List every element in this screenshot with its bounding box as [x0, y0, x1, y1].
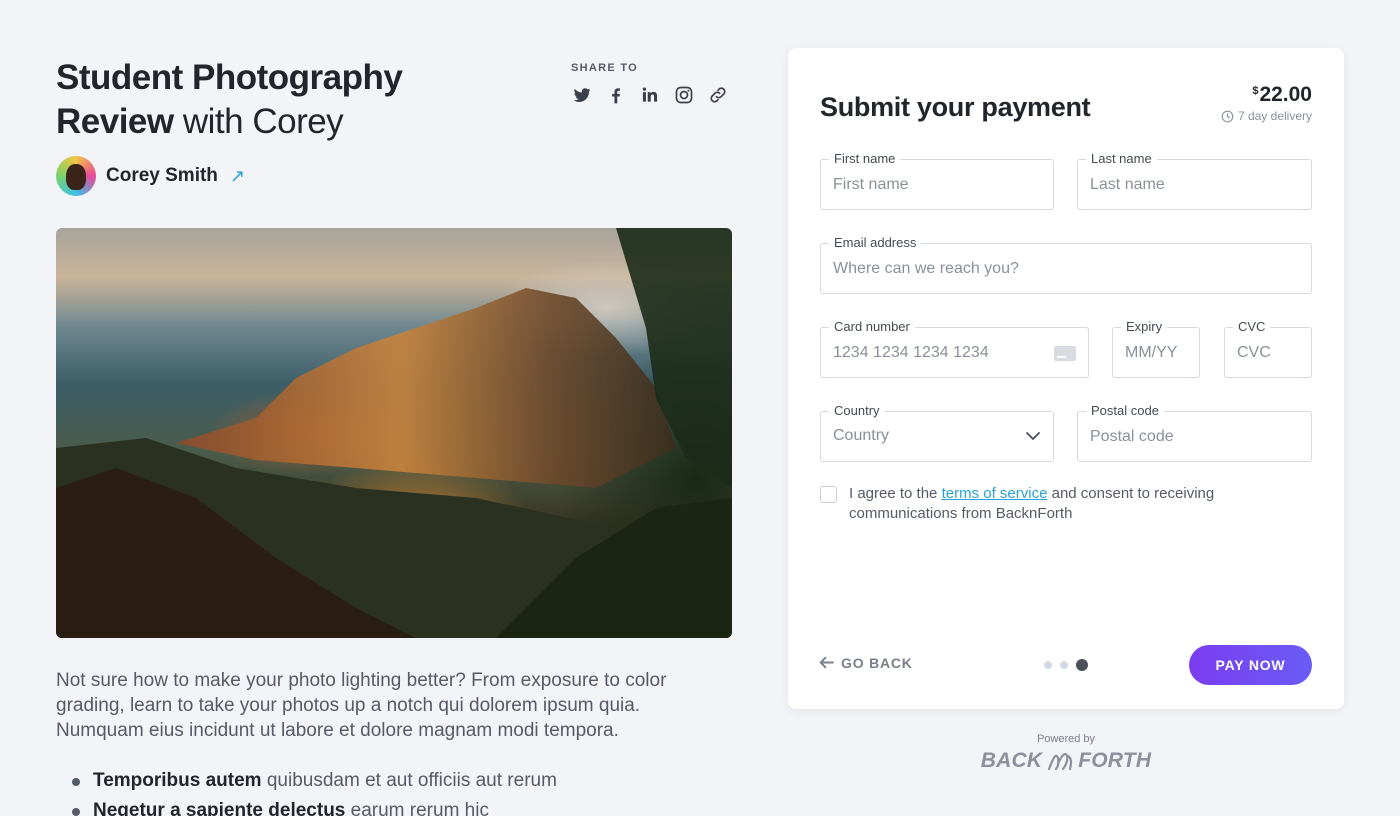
title-bold-line-1: Student Photography	[56, 58, 403, 97]
go-back-button[interactable]: GO BACK	[818, 654, 913, 671]
list-item-bold: Temporibus autem	[93, 770, 262, 791]
price-block: $22.00 7 day delivery	[1221, 83, 1312, 123]
brand-mark-icon	[1048, 753, 1073, 771]
payment-title: Submit your payment	[820, 92, 1091, 122]
twitter-icon[interactable]	[571, 84, 593, 106]
expiry-field: Expiry	[1112, 319, 1200, 378]
list-item-bold: Neqetur a sapiente delectus	[93, 800, 346, 816]
backnforth-logo: BACK FORTH	[978, 749, 1154, 773]
country-label: Country	[829, 403, 885, 418]
instagram-icon[interactable]	[673, 84, 695, 106]
list-item: Temporibus autem quibusdam et aut offici…	[72, 766, 732, 796]
pay-now-button[interactable]: PAY NOW	[1189, 645, 1312, 685]
postal-code-label: Postal code	[1086, 403, 1164, 418]
delivery-text: 7 day delivery	[1237, 109, 1312, 123]
card-number-field: Card number	[820, 319, 1089, 378]
avatar	[56, 156, 96, 196]
powered-by-label: Powered by	[1036, 733, 1096, 745]
email-field: Email address	[820, 235, 1312, 294]
country-selected-value: Country	[833, 427, 890, 444]
powered-by: Powered by BACK FORTH	[978, 733, 1154, 773]
author-name: Corey Smith	[106, 165, 218, 186]
email-input[interactable]	[821, 244, 1311, 293]
chevron-down-icon	[1026, 432, 1040, 440]
author-link[interactable]: Corey Smith ↗	[56, 156, 245, 196]
go-back-label: GO BACK	[841, 654, 913, 671]
step-dot	[1044, 661, 1052, 669]
step-dot	[1060, 661, 1068, 669]
cvc-field: CVC	[1224, 319, 1312, 378]
terms-agreement: I agree to the terms of service and cons…	[820, 484, 1260, 524]
arrow-left-icon	[819, 656, 834, 669]
card-number-label: Card number	[829, 319, 915, 334]
title-light: with Corey	[182, 102, 344, 141]
credit-card-icon	[1054, 346, 1076, 361]
cvc-label: CVC	[1233, 319, 1271, 334]
external-arrow-icon: ↗	[229, 165, 246, 186]
cvc-input[interactable]	[1225, 328, 1311, 377]
title-bold-line-2: Review	[56, 102, 174, 141]
course-description: Not sure how to make your photo lighting…	[56, 670, 667, 741]
hero-image	[56, 228, 732, 638]
list-item: Neqetur a sapiente delectus earum rerum …	[72, 796, 732, 816]
brand-right: FORTH	[1078, 749, 1152, 772]
brand-left: BACK	[980, 749, 1043, 772]
list-item-rest: earum rerum hic	[350, 800, 489, 816]
step-dot-active	[1076, 659, 1088, 671]
country-select[interactable]: Country Country	[820, 403, 1054, 462]
currency-symbol: $	[1252, 85, 1259, 97]
clock-icon	[1221, 110, 1234, 122]
feature-list: Temporibus autem quibusdam et aut offici…	[72, 766, 732, 816]
link-icon[interactable]	[707, 84, 729, 106]
terms-prefix: I agree to the	[849, 485, 938, 502]
linkedin-icon[interactable]	[639, 84, 661, 106]
terms-text: I agree to the terms of service and cons…	[849, 484, 1260, 524]
price-value: 22.00	[1259, 83, 1312, 106]
facebook-icon[interactable]	[605, 84, 627, 106]
card-number-input[interactable]	[821, 328, 1088, 377]
last-name-label: Last name	[1086, 151, 1157, 166]
share-section: SHARE TO	[571, 62, 731, 106]
step-indicator	[1044, 659, 1088, 671]
postal-code-input[interactable]	[1078, 412, 1311, 461]
first-name-label: First name	[829, 151, 901, 166]
payment-card: Submit your payment $22.00 7 day deliver…	[788, 48, 1344, 709]
terms-checkbox[interactable]	[820, 486, 837, 503]
email-label: Email address	[829, 235, 922, 250]
first-name-field: First name	[820, 151, 1054, 210]
page-title: Student Photography Review with Corey	[56, 56, 476, 144]
delivery-info: 7 day delivery	[1221, 109, 1312, 123]
list-item-rest: quibusdam et aut officiis aut rerum	[266, 770, 557, 791]
last-name-input[interactable]	[1078, 160, 1311, 209]
postal-code-field: Postal code	[1077, 403, 1312, 462]
terms-of-service-link[interactable]: terms of service	[942, 485, 1048, 502]
expiry-input[interactable]	[1113, 328, 1199, 377]
share-label: SHARE TO	[571, 62, 639, 74]
last-name-field: Last name	[1077, 151, 1312, 210]
price-amount: $22.00	[1221, 83, 1312, 107]
first-name-input[interactable]	[821, 160, 1053, 209]
expiry-label: Expiry	[1121, 319, 1168, 334]
